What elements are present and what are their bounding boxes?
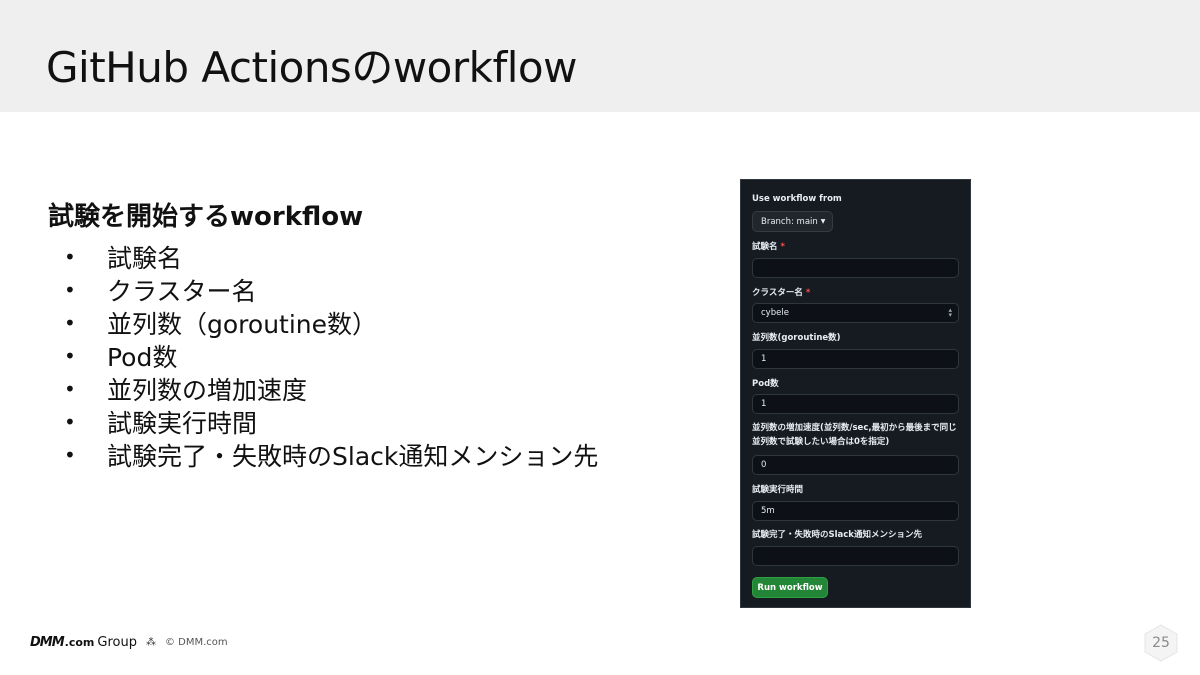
run-workflow-button[interactable]: Run workflow — [752, 577, 828, 598]
bullet-text: 試験名 — [107, 243, 183, 273]
bullet-item: • 試験完了・失敗時のSlack通知メンション先 — [64, 438, 598, 471]
branch-select-button[interactable]: Branch: main ▼ — [752, 211, 833, 232]
ramp-rate-input[interactable]: 0 — [752, 455, 959, 475]
bullet-dot: • — [64, 343, 76, 368]
copyright-text: © DMM.com — [164, 636, 228, 648]
field-label-cluster-name: クラスター名 * — [752, 288, 811, 298]
logo-brand: DMM — [30, 634, 65, 650]
bullet-dot: • — [64, 442, 76, 467]
page-number-badge: 25 — [1143, 624, 1179, 662]
branch-label: Branch: main — [761, 216, 818, 227]
bullet-text: 試験実行時間 — [107, 408, 258, 438]
bullet-text: 試験完了・失敗時のSlack通知メンション先 — [107, 441, 599, 471]
bullet-dot: • — [64, 244, 76, 269]
bullet-item: • 試験名 — [64, 240, 598, 273]
bullet-text: クラスター名 — [107, 276, 257, 306]
bullet-text: Pod数 — [107, 342, 178, 372]
field-label-test-name: 試験名 * — [752, 242, 785, 252]
footer-logo: DMM .com Group ⁂ © DMM.com — [30, 634, 228, 650]
bullet-item: • クラスター名 — [64, 273, 598, 306]
required-marker: * — [780, 242, 785, 252]
use-workflow-from-label: Use workflow from — [752, 194, 842, 204]
field-label-duration: 試験実行時間 — [752, 485, 804, 495]
bullet-item: • 試験実行時間 — [64, 405, 598, 438]
bullet-dot: • — [64, 376, 76, 401]
section-heading: 試験を開始するworkflow — [48, 202, 364, 232]
field-label-concurrency: 並列数(goroutine数) — [752, 333, 841, 343]
page-number: 25 — [1152, 635, 1170, 651]
bullet-list: • 試験名 • クラスター名 • 並列数（goroutine数） • Pod数 • 並列数… — [64, 240, 598, 471]
pod-count-input[interactable]: 1 — [752, 394, 959, 414]
required-marker: * — [805, 288, 811, 298]
sparkle-icon: ⁂ — [145, 636, 156, 648]
bullet-text: 並列数（goroutine数） — [107, 309, 378, 339]
concurrency-input[interactable]: 1 — [752, 349, 959, 369]
slack-mention-input[interactable] — [752, 546, 959, 566]
logo-group: Group — [97, 634, 137, 650]
select-updown-icon: ▴ ▾ — [948, 306, 952, 319]
bullet-text: 並列数の増加速度 — [107, 375, 308, 405]
test-name-input[interactable] — [752, 258, 959, 278]
bullet-dot: • — [64, 310, 76, 335]
cluster-name-value: cybele — [761, 308, 789, 318]
duration-input[interactable]: 5m — [752, 501, 959, 521]
logo-domain: .com — [64, 635, 95, 649]
bullet-item: • 並列数の増加速度 — [64, 372, 598, 405]
bullet-item: • Pod数 — [64, 339, 598, 372]
field-label-ramp-rate: 並列数の増加速度(並列数/sec,最初から最後まで同じ並列数で試験したい場合は0… — [752, 423, 957, 447]
slide-title: GitHub Actionsのworkflow — [46, 43, 577, 92]
cluster-name-select[interactable]: cybele ▴ ▾ — [752, 303, 959, 323]
bullet-item: • 並列数（goroutine数） — [64, 306, 598, 339]
bullet-dot: • — [64, 277, 76, 302]
chevron-down-icon: ▼ — [820, 218, 826, 225]
field-label-pod-count: Pod数 — [752, 379, 779, 389]
workflow-dispatch-panel: Use workflow from Branch: main ▼ 試験名 * クラ… — [740, 179, 971, 608]
field-label-slack-mention: 試験完了・失敗時のSlack通知メンション先 — [752, 530, 922, 540]
bullet-dot: • — [64, 409, 76, 434]
